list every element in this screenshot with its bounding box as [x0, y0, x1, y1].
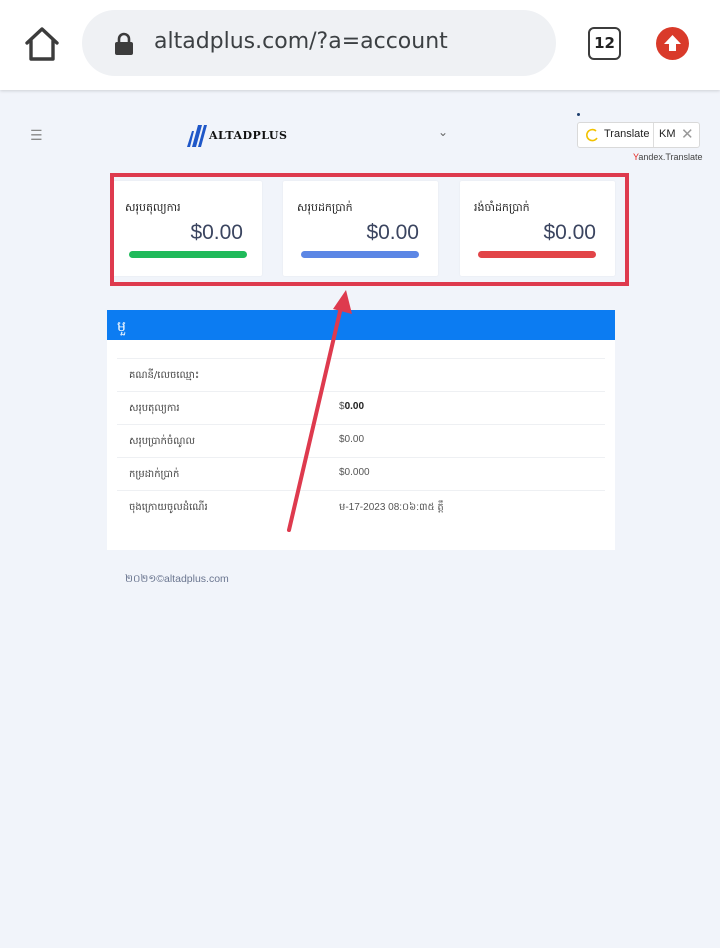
tab-switcher-button[interactable]: 12	[588, 27, 621, 60]
row-label: សរុបតុល្យការ	[129, 403, 180, 414]
row-value: $0.000	[339, 467, 370, 478]
table-row: កម្រដាក់ប្រាក់ $0.000	[117, 457, 605, 490]
translate-widget[interactable]: Translate KM ✕	[577, 122, 700, 148]
chevron-down-icon[interactable]: ⌄	[438, 125, 448, 139]
row-value: ម-17-2023 08:០៦:៣៥ ត្តឹ	[339, 502, 444, 513]
menu-icon[interactable]: ☰	[30, 128, 43, 144]
footer-copyright: ២០២១©altadplus.com	[125, 573, 229, 585]
row-label: ចុងក្រោយចូលដំណើរ	[129, 502, 208, 513]
url-text[interactable]: altadplus.com/?a=account	[154, 29, 448, 54]
row-label: កម្រដាក់ប្រាក់	[129, 469, 180, 480]
row-label: សរុបប្រាក់ចំណូល	[129, 436, 195, 447]
site-logo[interactable]: ALTADPLUS	[184, 123, 294, 149]
row-label: គណនី/លេចឈ្មោះ	[129, 370, 200, 381]
close-icon[interactable]: ✕	[681, 125, 694, 143]
update-icon[interactable]	[656, 27, 689, 60]
table-row: ចុងក្រោយចូលដំណើរ ម-17-2023 08:០៦:៣៥ ត្តឹ	[117, 490, 605, 523]
lock-icon	[114, 32, 134, 56]
translate-language[interactable]: KM	[659, 128, 676, 140]
table-row: គណនី/លេចឈ្មោះ	[117, 358, 605, 391]
row-value: $0.00	[339, 401, 365, 412]
panel-header: មួ	[107, 310, 615, 340]
table-row: សរុបប្រាក់ចំណូល $0.00	[117, 424, 605, 457]
logo-text: ALTADPLUS	[209, 129, 288, 142]
divider	[653, 123, 654, 147]
account-panel: មួ គណនី/លេចឈ្មោះ សរុបតុល្យការ $0.00 សរុប…	[107, 310, 615, 550]
highlight-box	[110, 173, 629, 286]
loading-spinner-icon	[586, 128, 598, 142]
dot-indicator	[577, 113, 580, 116]
home-icon[interactable]	[22, 24, 62, 64]
browser-toolbar: altadplus.com/?a=account 12	[0, 0, 720, 90]
yandex-translate-link[interactable]: Yandex.Translate	[633, 152, 703, 162]
table-row: សរុបតុល្យការ $0.00	[117, 391, 605, 424]
address-bar[interactable]: altadplus.com/?a=account	[82, 10, 556, 76]
translate-label[interactable]: Translate	[604, 128, 649, 140]
row-value: $0.00	[339, 434, 365, 445]
